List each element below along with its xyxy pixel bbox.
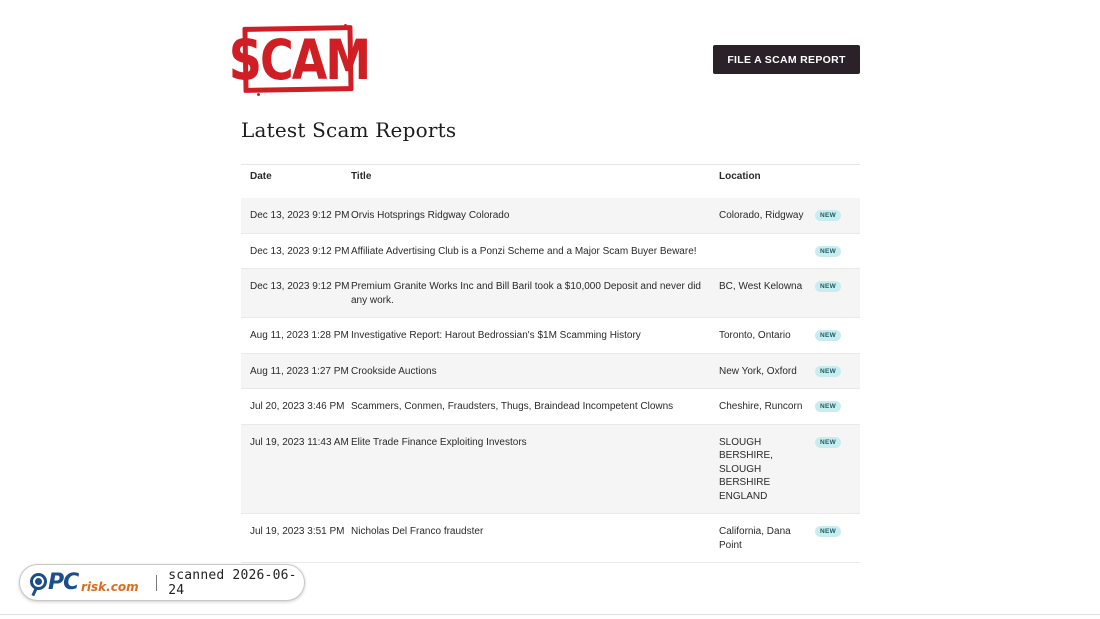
scan-date-text: scanned 2026-06-24: [168, 567, 297, 598]
row-badge-cell: NEW: [815, 425, 860, 514]
table-row[interactable]: Dec 13, 2023 9:12 PM Affiliate Advertisi…: [241, 234, 860, 269]
new-badge: NEW: [815, 365, 842, 377]
row-location: [719, 234, 815, 269]
row-date: Dec 13, 2023 9:12 PM: [250, 210, 350, 221]
row-title-link[interactable]: Nicholas Del Franco fraudster: [351, 514, 719, 562]
scam-logo[interactable]: SCAM: [229, 24, 371, 96]
row-badge-cell: NEW: [815, 198, 860, 233]
pcrisk-logo-pc: PC: [48, 569, 79, 595]
pcrisk-logo: PC risk.com: [30, 568, 150, 598]
column-header-date: Date: [250, 170, 272, 182]
row-location: Toronto, Ontario: [719, 330, 791, 341]
pcrisk-logo-risk: risk.com: [81, 579, 139, 594]
row-badge-cell: NEW: [815, 514, 860, 562]
row-title-link[interactable]: Orvis Hotsprings Ridgway Colorado: [351, 198, 719, 233]
column-header-title: Title: [351, 170, 372, 182]
new-badge: NEW: [815, 281, 842, 292]
magnifier-handle: [31, 587, 38, 596]
new-badge: NEW: [815, 210, 842, 221]
table-row[interactable]: Aug 11, 2023 1:28 PM Investigative Repor…: [241, 318, 860, 354]
row-title-link[interactable]: Elite Trade Finance Exploiting Investors: [351, 425, 719, 514]
scam-reports-table: Date Title Location Dec 13, 2023 9:12 PM…: [241, 164, 860, 563]
logo-text: SCAM: [228, 27, 371, 93]
row-badge-cell: NEW: [815, 389, 860, 424]
row-badge-cell: NEW: [815, 269, 860, 317]
row-title-link[interactable]: Affiliate Advertising Club is a Ponzi Sc…: [351, 234, 719, 269]
row-location: SLOUGH BERSHIRE, SLOUGH BERSHIRE ENGLAND: [719, 436, 773, 502]
column-header-location: Location: [719, 170, 761, 182]
row-title-link[interactable]: Scammers, Conmen, Fraudsters, Thugs, Bra…: [351, 389, 719, 424]
row-date: Dec 13, 2023 9:12 PM: [250, 281, 350, 292]
new-badge: NEW: [815, 436, 842, 448]
row-badge-cell: NEW: [815, 234, 860, 269]
row-title-link[interactable]: Investigative Report: Harout Bedrossian'…: [351, 318, 719, 353]
row-date: Aug 11, 2023 1:28 PM: [250, 330, 349, 341]
logo-ink-dot: [344, 24, 347, 27]
page-bottom-divider: [0, 614, 1100, 615]
row-date: Jul 19, 2023 11:43 AM: [250, 436, 349, 448]
row-location: Cheshire, Runcorn: [719, 401, 803, 412]
row-title-link[interactable]: Crookside Auctions: [351, 354, 719, 389]
row-location: Colorado, Ridgway: [719, 210, 804, 221]
row-location: California, Dana Point: [719, 526, 791, 551]
new-badge: NEW: [815, 245, 842, 257]
new-badge: NEW: [815, 526, 842, 537]
row-date: Jul 19, 2023 3:51 PM: [250, 526, 345, 537]
file-scam-report-button[interactable]: FILE A SCAM REPORT: [713, 45, 860, 74]
row-badge-cell: NEW: [815, 354, 860, 389]
row-title-link[interactable]: Premium Granite Works Inc and Bill Baril…: [351, 269, 719, 317]
row-date: Jul 20, 2023 3:46 PM: [250, 401, 345, 412]
new-badge: NEW: [815, 401, 842, 412]
column-header-badge: [815, 177, 860, 187]
row-location: New York, Oxford: [719, 365, 797, 377]
new-badge: NEW: [815, 330, 842, 341]
magnifier-icon: [30, 572, 47, 590]
page-content: SCAM FILE A SCAM REPORT Latest Scam Repo…: [229, 0, 860, 563]
row-location: BC, West Kelowna: [719, 281, 803, 292]
table-row[interactable]: Jul 19, 2023 11:43 AM Elite Trade Financ…: [241, 424, 860, 514]
table-row[interactable]: Jul 19, 2023 3:51 PM Nicholas Del Franco…: [241, 514, 860, 563]
pcrisk-scan-watermark: PC risk.com scanned 2026-06-24: [19, 564, 305, 601]
table-row[interactable]: Jul 20, 2023 3:46 PM Scammers, Conmen, F…: [241, 389, 860, 425]
logo-ink-dot: [257, 93, 260, 96]
table-row[interactable]: Dec 13, 2023 9:12 PM Orvis Hotsprings Ri…: [241, 198, 860, 234]
table-row[interactable]: Aug 11, 2023 1:27 PM Crookside Auctions …: [241, 353, 860, 389]
row-date: Dec 13, 2023 9:12 PM: [250, 245, 350, 257]
page-title: Latest Scam Reports: [241, 118, 457, 142]
row-badge-cell: NEW: [815, 318, 860, 353]
table-row[interactable]: Dec 13, 2023 9:12 PM Premium Granite Wor…: [241, 269, 860, 318]
row-date: Aug 11, 2023 1:27 PM: [250, 365, 349, 377]
table-header-row: Date Title Location: [241, 165, 860, 198]
watermark-separator: [156, 574, 158, 591]
site-header: SCAM FILE A SCAM REPORT: [229, 0, 860, 110]
